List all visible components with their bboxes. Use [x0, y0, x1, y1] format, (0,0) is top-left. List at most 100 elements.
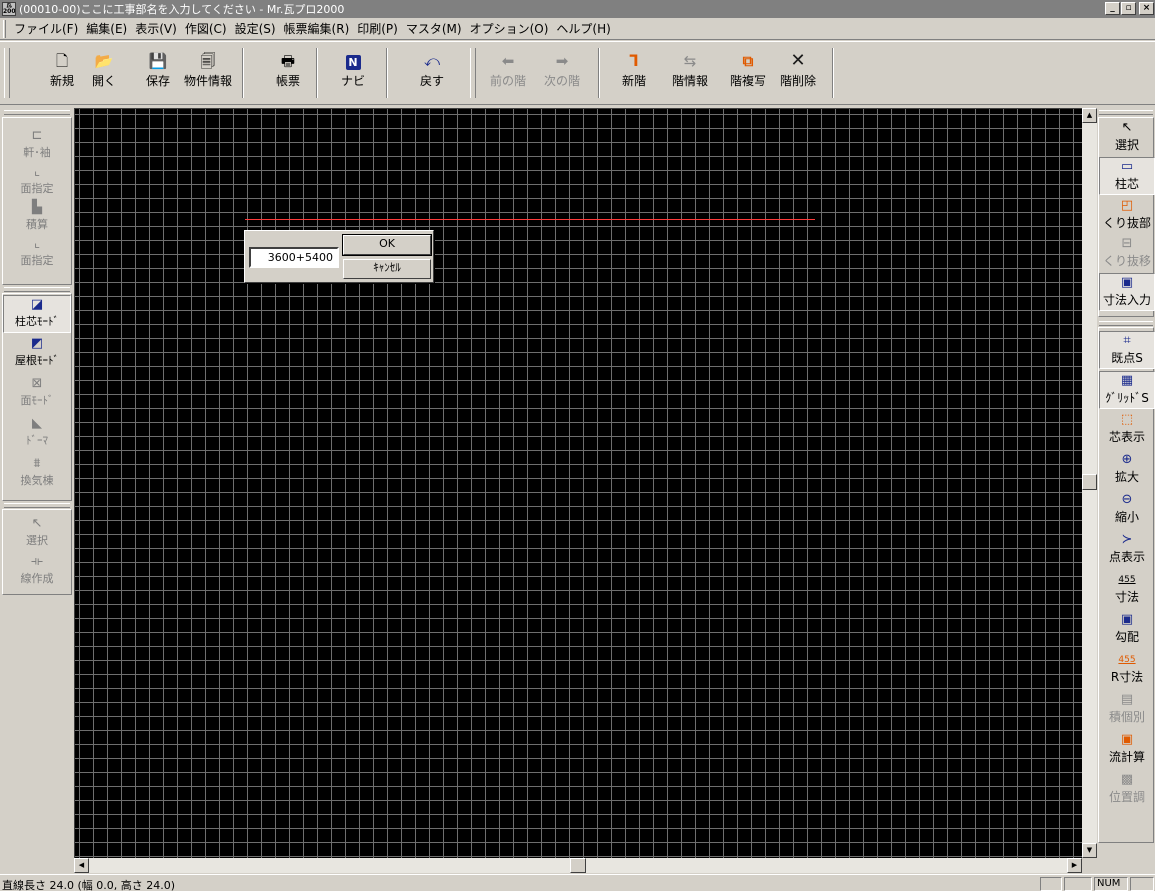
- individual-estimate-icon: ▤: [1120, 692, 1134, 707]
- existing-snap-icon: ⌗: [1123, 333, 1131, 348]
- dim-input-button[interactable]: ▣ 寸法入力: [1099, 273, 1155, 311]
- grid-snap-button[interactable]: ▦ ｸﾞﾘｯﾄﾞS: [1099, 371, 1155, 409]
- property-icon: 🗐: [200, 52, 216, 70]
- arrow-right-icon: ➡: [555, 52, 569, 70]
- scroll-down-icon[interactable]: ▼: [1082, 843, 1097, 858]
- menu-report-edit[interactable]: 帳票編集(R): [280, 20, 354, 37]
- panel-grip[interactable]: [4, 287, 70, 292]
- point-display-icon: ≻: [1121, 532, 1133, 547]
- save-button[interactable]: 💾 保存: [130, 50, 186, 94]
- floor-info-button[interactable]: ⇆ 階情報: [662, 50, 718, 94]
- face-spec-button-2[interactable]: ⌞ 面指定: [3, 235, 71, 273]
- guide-line: [245, 219, 815, 220]
- existing-snap-button[interactable]: ⌗ 既点S: [1099, 331, 1155, 369]
- undo-button[interactable]: ⤺ 戻す: [404, 50, 460, 94]
- ok-button[interactable]: OK: [342, 234, 432, 256]
- estimate-button[interactable]: ▙ 積算: [3, 199, 71, 237]
- app-icon[interactable]: 瓦 2000: [2, 2, 16, 16]
- delete-x-icon: ✕: [790, 50, 806, 71]
- dormer-button[interactable]: ◣ ﾄﾞｰﾏ: [3, 415, 71, 453]
- slope-button[interactable]: ▣ 勾配: [1099, 611, 1155, 649]
- cutout-move-button[interactable]: ⊟ くり抜移: [1099, 235, 1155, 273]
- floor-info-icon: ⇆: [683, 52, 697, 70]
- scroll-left-icon[interactable]: ◀: [74, 858, 89, 873]
- r-dimension-button[interactable]: 455 R寸法: [1099, 651, 1155, 689]
- zoom-in-button[interactable]: ⊕ 拡大: [1099, 451, 1155, 489]
- num-lock-indicator: NUM: [1094, 877, 1128, 891]
- slope-icon: ▣: [1120, 612, 1134, 627]
- pillar-core-button[interactable]: ▭ 柱芯: [1099, 157, 1155, 195]
- menu-master[interactable]: マスタ(M): [402, 20, 466, 37]
- core-display-icon: ⬚: [1120, 412, 1134, 427]
- navi-button[interactable]: N ナビ: [325, 50, 381, 94]
- panel-grip[interactable]: [1099, 110, 1153, 115]
- pillar-mode-button[interactable]: ◪ 柱芯ﾓｰﾄﾞ: [3, 295, 71, 333]
- floor-delete-button[interactable]: ✕ 階削除: [770, 50, 826, 94]
- prev-floor-button[interactable]: ⬅ 前の階: [480, 50, 536, 94]
- pillar-core-icon: ▭: [1120, 159, 1134, 174]
- minimize-button[interactable]: _: [1105, 2, 1120, 15]
- open-button[interactable]: 📂 開く: [76, 50, 132, 94]
- cancel-button[interactable]: ｷｬﾝｾﾙ: [343, 259, 431, 279]
- panel-grip[interactable]: [1099, 321, 1153, 326]
- toolbar-separator: [242, 48, 244, 98]
- flow-calc-button[interactable]: ▣ 流計算: [1099, 731, 1155, 769]
- core-display-button[interactable]: ⬚ 芯表示: [1099, 411, 1155, 449]
- vertical-scroll-thumb[interactable]: [1082, 474, 1097, 490]
- ventilation-button[interactable]: ⩩ 換気棟: [3, 455, 71, 493]
- open-folder-icon: 📂: [94, 52, 114, 70]
- property-info-button[interactable]: 🗐 物件情報: [180, 50, 236, 94]
- dimension-input[interactable]: 3600+5400: [249, 247, 339, 268]
- menu-draw[interactable]: 作図(C): [181, 20, 231, 37]
- position-adjust-button[interactable]: ▩ 位置調: [1099, 771, 1155, 809]
- menu-view[interactable]: 表示(V): [131, 20, 181, 37]
- maximize-button[interactable]: ▫: [1121, 2, 1136, 15]
- toolbar-grip[interactable]: [4, 48, 10, 98]
- roof-mode-button[interactable]: ◩ 屋根ﾓｰﾄﾞ: [3, 335, 71, 373]
- estimate-icon: ▙: [32, 200, 42, 215]
- line-create-button[interactable]: ⟛ 線作成: [3, 553, 71, 591]
- vertical-scrollbar[interactable]: ▲ ▼: [1082, 108, 1097, 858]
- close-button[interactable]: ×: [1139, 2, 1154, 15]
- horizontal-scrollbar[interactable]: ◀ ▶: [74, 858, 1082, 873]
- drawing-canvas[interactable]: [74, 108, 1082, 858]
- face-spec-button-1[interactable]: ⌞ 面指定: [3, 163, 71, 201]
- ventilation-icon: ⩩: [33, 456, 41, 471]
- select-arrow-icon: ↖: [31, 516, 43, 531]
- menu-print[interactable]: 印刷(P): [353, 20, 402, 37]
- cutout-button[interactable]: ◰ くり抜部: [1099, 197, 1155, 235]
- scroll-right-icon[interactable]: ▶: [1067, 858, 1082, 873]
- panel-grip[interactable]: [4, 503, 70, 508]
- dimension-input-dialog: 3600+5400 OK ｷｬﾝｾﾙ: [244, 230, 434, 283]
- dimension-icon: 455: [1118, 575, 1136, 585]
- horizontal-scroll-thumb[interactable]: [570, 858, 586, 873]
- zoom-out-button[interactable]: ⊖ 縮小: [1099, 491, 1155, 529]
- new-floor-button[interactable]: ᒣ 新階: [606, 50, 662, 94]
- menu-edit[interactable]: 編集(E): [82, 20, 131, 37]
- status-pane: [1064, 877, 1092, 891]
- individual-estimate-button[interactable]: ▤ 積個別: [1099, 691, 1155, 729]
- eaves-sleeve-button[interactable]: ⊏ 軒･袖: [3, 127, 71, 165]
- menu-options[interactable]: オプション(O): [466, 20, 553, 37]
- menu-file[interactable]: ファイル(F): [10, 20, 82, 37]
- floor-copy-icon: ⧉: [742, 52, 754, 70]
- point-display-button[interactable]: ≻ 点表示: [1099, 531, 1155, 569]
- face-mode-button[interactable]: ⊠ 面ﾓｰﾄﾞ: [3, 375, 71, 413]
- floor-copy-button[interactable]: ⧉ 階複写: [720, 50, 776, 94]
- grid-snap-icon: ▦: [1120, 373, 1134, 388]
- select-arrow-icon: ↖: [1121, 120, 1133, 135]
- report-button[interactable]: 🖶 帳票: [260, 50, 316, 94]
- next-floor-button[interactable]: ➡ 次の階: [534, 50, 590, 94]
- menu-settings[interactable]: 設定(S): [231, 20, 280, 37]
- toolbar-grip[interactable]: [470, 48, 476, 98]
- line-create-icon: ⟛: [31, 554, 43, 569]
- menu-grip[interactable]: [3, 19, 6, 38]
- dimension-button[interactable]: 455 寸法: [1099, 571, 1155, 609]
- left-select-button[interactable]: ↖ 選択: [3, 515, 71, 553]
- scroll-up-icon[interactable]: ▲: [1082, 108, 1097, 123]
- eaves-icon: ⊏: [31, 128, 43, 143]
- menu-help[interactable]: ヘルプ(H): [552, 20, 614, 37]
- panel-grip[interactable]: [4, 110, 70, 115]
- right-select-button[interactable]: ↖ 選択: [1099, 119, 1155, 157]
- pillar-mode-icon: ◪: [30, 297, 44, 312]
